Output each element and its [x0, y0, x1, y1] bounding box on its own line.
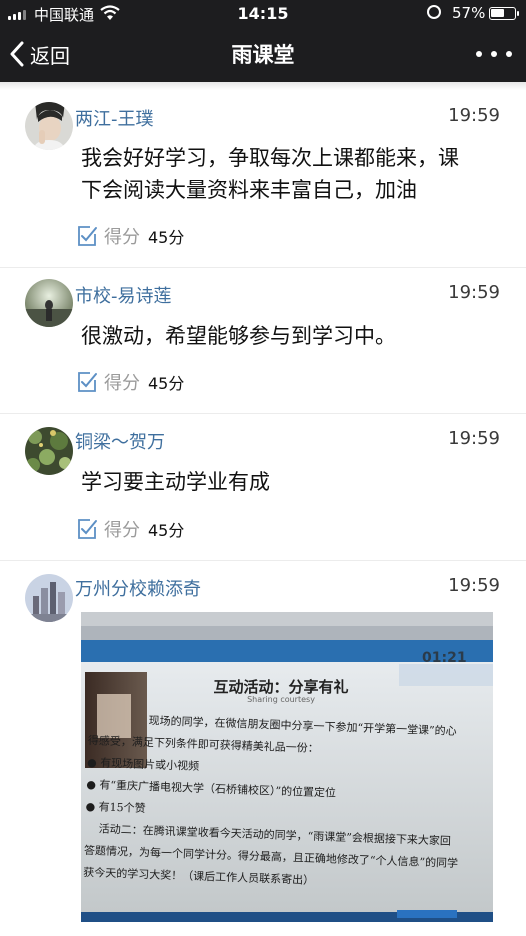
status-bar: 中国联通 14:15 57%: [0, 0, 526, 27]
post-photo[interactable]: 01:21 互动活动：分享有礼 Sharing courtesy 现场的同学，在…: [81, 612, 493, 922]
battery-percentage: 57%: [452, 4, 486, 22]
page-title: 雨课堂: [231, 43, 295, 67]
post-time: 19:59: [448, 428, 500, 449]
author-name[interactable]: 两江-王璞: [75, 105, 154, 131]
score-check-icon: [78, 372, 97, 392]
comment-text: 学习要主动学业有成: [81, 470, 270, 494]
score-value: 45分: [148, 228, 185, 247]
comment-text: 我会好好学习，争取每次上课都能来，课 下会阅读大量资料来丰富自己，加油: [81, 142, 511, 206]
score-label: 得分: [104, 227, 140, 248]
chevron-left-icon: [10, 41, 24, 67]
author-name[interactable]: 市校-易诗莲: [75, 282, 172, 308]
avatar[interactable]: [25, 427, 73, 475]
nav-bar: 返回 雨课堂: [0, 27, 526, 82]
author-name[interactable]: 万州分校赖添奇: [75, 575, 201, 601]
comment-text-line: 我会好好学习，争取每次上课都能来，课: [81, 146, 459, 170]
comment-text: 很激动，希望能够参与到学习中。: [81, 324, 396, 348]
more-options-button[interactable]: [476, 41, 512, 67]
rotation-lock-icon: [427, 5, 441, 19]
slide-subheading: Sharing courtesy: [247, 695, 315, 704]
list-item: 铜梁～贺万 19:59 学习要主动学业有成 得分 45分: [0, 413, 526, 561]
score-row[interactable]: 得分 45分: [76, 223, 184, 249]
score-row[interactable]: 得分 45分: [76, 369, 184, 395]
score-label: 得分: [104, 520, 140, 541]
back-button-label: 返回: [30, 43, 70, 68]
score-value: 45分: [148, 374, 185, 393]
score-row[interactable]: 得分 45分: [76, 516, 184, 542]
comment-text-line: 下会阅读大量资料来丰富自己，加油: [81, 178, 417, 202]
list-item: 两江-王璞 19:59 我会好好学习，争取每次上课都能来，课 下会阅读大量资料来…: [0, 82, 526, 268]
battery-icon: [489, 7, 516, 20]
slide-heading: 互动活动：分享有礼: [213, 678, 349, 696]
score-check-icon: [78, 226, 97, 246]
top-bar: 中国联通 14:15 57% 返回 雨课堂: [0, 0, 526, 82]
back-button[interactable]: 返回: [10, 39, 70, 69]
avatar[interactable]: [25, 574, 73, 622]
slide-body: 现场的同学，在微信朋友圈中分享一下参加“开学第一堂课”的心 得感受，满足下列条件…: [83, 708, 489, 898]
post-time: 19:59: [448, 575, 500, 596]
video-timer: 01:21: [422, 650, 467, 666]
status-time: 14:15: [237, 4, 289, 23]
comment-list[interactable]: 两江-王璞 19:59 我会好好学习，争取每次上课都能来，课 下会阅读大量资料来…: [0, 82, 526, 936]
score-value: 45分: [148, 521, 185, 540]
score-label: 得分: [104, 373, 140, 394]
avatar[interactable]: [25, 279, 73, 327]
more-dots-icon: [476, 51, 482, 57]
score-check-icon: [78, 519, 97, 539]
list-item: 市校-易诗莲 19:59 很激动，希望能够参与到学习中。 得分 45分: [0, 267, 526, 414]
battery-cap: [517, 11, 519, 16]
author-name[interactable]: 铜梁～贺万: [75, 428, 165, 454]
avatar[interactable]: [25, 102, 73, 150]
post-time: 19:59: [448, 105, 500, 126]
post-time: 19:59: [448, 282, 500, 303]
